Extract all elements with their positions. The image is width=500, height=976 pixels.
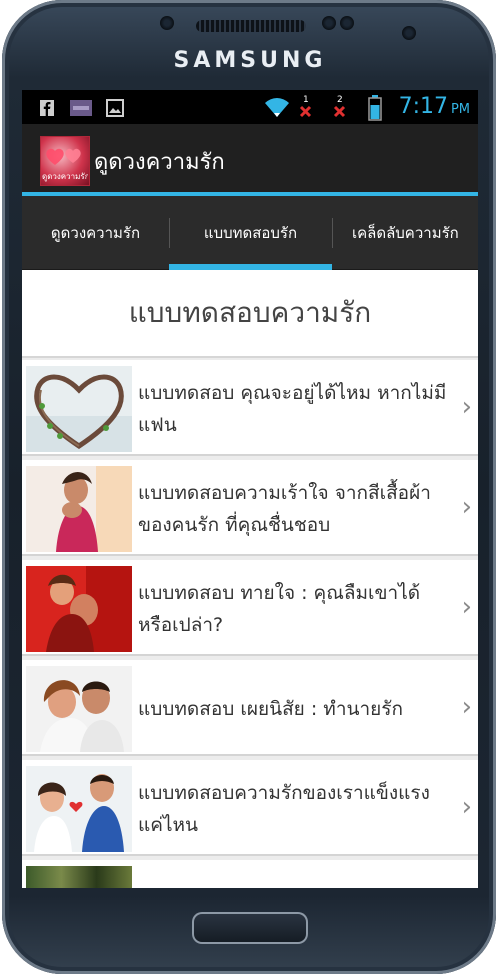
app-icon-caption: ดูดวงความรัก <box>42 172 88 181</box>
chevron-right-icon: › <box>461 692 472 722</box>
tab-label: แบบทดสอบรัก <box>203 224 298 242</box>
clock-ampm: PM <box>450 102 470 117</box>
page-title: แบบทดสอบความรัก <box>22 270 478 358</box>
item-title: แบบทดสอบ เผยนิสัย : ทำนายรัก <box>138 698 403 720</box>
content-area[interactable]: แบบทดสอบความรัก แบบทดสอบ คุณจะอยู่ได้ไหม… <box>22 270 478 888</box>
proximity-sensor <box>160 16 174 30</box>
signal-1-icon: 1 <box>298 94 314 124</box>
sim2-label: 2 <box>337 95 343 105</box>
list-item[interactable]: แบบทดสอบ ทายใจ : คุณลืมเขาได้หรือเปล่า? … <box>22 560 478 656</box>
phone-frame: SAMSUNG 1 2 7:17 PM ดูดวงความรัก ดูดวงคว… <box>0 0 500 976</box>
chevron-right-icon: › <box>461 392 472 422</box>
screen: 1 2 7:17 PM ดูดวงความรัก ดูดวงความรัก ดู… <box>22 90 478 888</box>
item-thumbnail <box>26 466 132 552</box>
signal-2-icon: 2 <box>332 94 348 124</box>
list-item-partial[interactable] <box>22 860 478 888</box>
tab-label: ดูดวงความรัก <box>50 224 141 242</box>
tab-bar: ดูดวงความรัก แบบทดสอบรัก เคล็ดลับความรัก <box>22 196 478 270</box>
list-item[interactable]: แบบทดสอบ เผยนิสัย : ทำนายรัก › <box>22 660 478 756</box>
app-title: ดูดวงความรัก <box>94 150 225 175</box>
chevron-right-icon: › <box>461 792 472 822</box>
item-title: แบบทดสอบ ทายใจ : คุณลืมเขาได้หรือเปล่า? <box>138 582 421 636</box>
brand-logo: SAMSUNG <box>173 48 327 73</box>
app-notification-icon <box>70 100 92 120</box>
chevron-right-icon: › <box>461 492 472 522</box>
list-item[interactable]: แบบทดสอบความเร้าใจ จากสีเสื้อผ้าของคนรัก… <box>22 460 478 556</box>
item-thumbnail <box>26 366 132 452</box>
tab-horoscope-love[interactable]: ดูดวงความรัก <box>22 196 169 270</box>
light-sensor <box>322 16 336 30</box>
status-bar: 1 2 7:17 PM <box>22 90 478 124</box>
image-icon <box>106 99 124 121</box>
item-thumbnail <box>26 766 132 852</box>
clock-time: 7:17 <box>398 94 448 119</box>
wifi-icon <box>264 96 290 122</box>
sim1-label: 1 <box>303 95 309 105</box>
item-thumbnail <box>26 866 132 888</box>
list-item[interactable]: แบบทดสอบ คุณจะอยู่ได้ไหม หากไม่มีแฟน › <box>22 360 478 456</box>
item-title: แบบทดสอบความรักของเราแข็งแรงแค่ไหน <box>138 782 430 836</box>
tab-love-tips[interactable]: เคล็ดลับความรัก <box>332 196 478 270</box>
item-thumbnail <box>26 666 132 752</box>
item-title: แบบทดสอบ คุณจะอยู่ได้ไหม หากไม่มีแฟน <box>138 382 447 436</box>
chevron-right-icon: › <box>461 592 472 622</box>
home-button[interactable] <box>192 912 308 944</box>
front-camera <box>402 26 416 40</box>
facebook-icon <box>40 100 54 120</box>
item-title: แบบทดสอบความเร้าใจ จากสีเสื้อผ้าของคนรัก… <box>138 482 431 536</box>
list-item[interactable]: แบบทดสอบความรักของเราแข็งแรงแค่ไหน › <box>22 760 478 856</box>
item-thumbnail <box>26 566 132 652</box>
tab-label: เคล็ดลับความรัก <box>352 224 459 242</box>
battery-icon <box>368 95 382 125</box>
tab-love-test[interactable]: แบบทดสอบรัก <box>169 196 332 270</box>
app-icon[interactable]: ดูดวงความรัก <box>40 136 90 186</box>
action-bar: ดูดวงความรัก ดูดวงความรัก <box>22 124 478 196</box>
earpiece-speaker <box>196 20 306 32</box>
light-sensor-2 <box>340 16 354 30</box>
